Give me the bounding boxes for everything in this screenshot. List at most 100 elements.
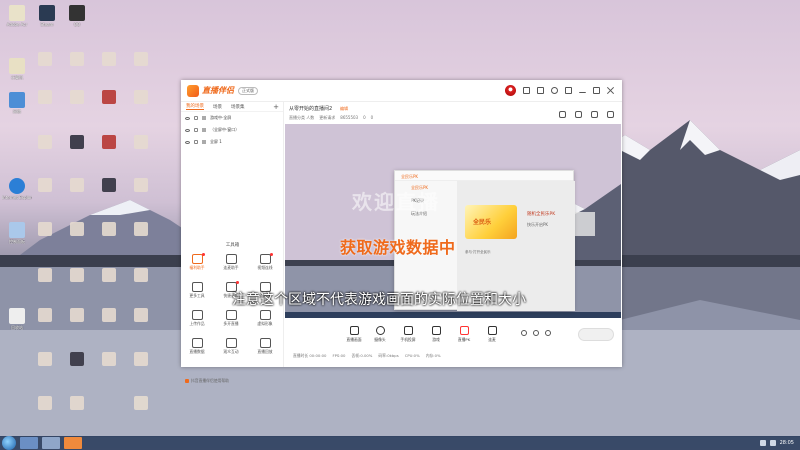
title-bar: 直播伴侣 正式版 xyxy=(181,80,622,102)
network-icon[interactable] xyxy=(759,440,766,446)
start-live-button[interactable] xyxy=(578,328,614,341)
tool-avatar[interactable]: 虚拟形象 xyxy=(253,310,277,327)
app-brand: 直播伴侣 xyxy=(202,86,234,95)
notification-dot xyxy=(235,281,239,284)
monitor-icon xyxy=(202,128,206,132)
gift-box-icon xyxy=(191,253,205,264)
stream-stats: 直播时长 00:00:00 FPS:00 丢帧:0.00% 码率:0kbps C… xyxy=(293,353,441,358)
scene-panel: 我的场景 场景 场景集 + 游戏中·全屏 （全屏中·窗口） 全屏 1 工具箱 福… xyxy=(181,102,284,383)
layout-icon[interactable] xyxy=(559,111,566,118)
tool-video-link[interactable]: 视频连线 xyxy=(253,253,277,271)
lock-icon[interactable] xyxy=(194,128,198,132)
minimize-button[interactable] xyxy=(579,89,586,93)
desktop-icon[interactable]: Steam xyxy=(32,5,62,27)
menu-icon[interactable] xyxy=(565,87,572,94)
close-button[interactable] xyxy=(607,87,614,94)
room-meta: 直播分类 人数 更新请求 8655503 0 0 xyxy=(289,115,374,120)
source-item[interactable]: （全屏中·窗口） xyxy=(181,124,283,136)
desktop-icons-graphic xyxy=(38,52,148,410)
volume-icon[interactable] xyxy=(769,440,776,446)
tab-scene-sets[interactable]: 场景集 xyxy=(231,104,245,110)
globe-icon xyxy=(9,92,25,108)
desktop-icon[interactable]: 回收站 xyxy=(2,308,32,330)
maximize-button[interactable] xyxy=(593,87,600,94)
download-icon xyxy=(225,310,237,320)
tool-co-host[interactable]: 连麦助手 xyxy=(219,254,243,271)
desktop-icon[interactable]: 控制面板 xyxy=(2,222,32,244)
control-camera[interactable]: 摄像头 xyxy=(369,326,391,343)
watermark-text: 欢迎直播 xyxy=(352,190,440,214)
taskbar-app-explorer[interactable] xyxy=(20,437,38,449)
tool-more[interactable]: 更多工具 xyxy=(185,282,209,299)
system-tray: 28:05 xyxy=(759,440,800,446)
steam-icon xyxy=(39,5,55,21)
tool-upload[interactable]: 上传作品 xyxy=(185,310,209,327)
eye-icon[interactable] xyxy=(185,128,190,132)
room-bar: 从零开始的直播间2 编辑 直播分类 人数 更新请求 8655503 0 0 xyxy=(284,102,622,124)
control-co-host[interactable]: 连麦 xyxy=(481,326,503,343)
speaker-volume-icon[interactable] xyxy=(533,330,539,336)
control-pk[interactable]: 直播PK xyxy=(453,326,475,343)
room-title[interactable]: 从零开始的直播间2 xyxy=(289,105,332,112)
window-controls xyxy=(505,85,622,96)
source-item[interactable]: 全屏 1 xyxy=(181,136,283,148)
tool-multi-stream[interactable]: 多开直播 xyxy=(219,310,243,327)
tab-my-scenes[interactable]: 我的场景 xyxy=(186,103,204,110)
lock-icon[interactable] xyxy=(194,140,198,144)
monitor-icon xyxy=(202,116,206,120)
clock[interactable]: 28:05 xyxy=(780,440,794,446)
speaker-icon xyxy=(185,379,189,383)
tab-scenes[interactable]: 场景 xyxy=(213,104,222,110)
tool-welfare[interactable]: 福利助手 xyxy=(185,253,209,271)
desktop-icon[interactable]: 计算机 xyxy=(2,58,32,80)
control-live-screen[interactable]: 直播画面 xyxy=(343,326,365,343)
computer-icon xyxy=(9,58,25,74)
edit-room-button[interactable]: 编辑 xyxy=(340,106,348,112)
add-scene-button[interactable]: + xyxy=(273,103,279,111)
desktop-icon[interactable]: QQ xyxy=(62,5,92,27)
lock-icon[interactable] xyxy=(194,116,198,120)
share-icon[interactable] xyxy=(607,111,614,118)
gamepad-icon xyxy=(431,326,441,335)
recycle-bin-icon xyxy=(9,308,25,324)
version-badge[interactable]: 正式版 xyxy=(238,86,258,95)
game-thumb-label: 全民乐 xyxy=(473,219,492,226)
avatar[interactable] xyxy=(505,85,516,96)
game-tag: 参与·打开全民乐 xyxy=(465,250,491,254)
game-name[interactable]: 随机全民乐PK xyxy=(527,211,555,217)
help-link[interactable]: 抖音直播伴侣使用帮助 xyxy=(185,378,229,384)
control-bar: 直播画面 摄像头 手机投屏 游戏 直播PK 连麦 直播时长 00:00:00 F… xyxy=(285,318,622,367)
eye-icon[interactable] xyxy=(185,140,190,144)
tool-interaction[interactable]: 观众互动 xyxy=(219,338,243,355)
loading-text: 获取游戏数据中 xyxy=(340,238,456,257)
settings-icon[interactable] xyxy=(545,330,551,336)
mail-icon[interactable] xyxy=(523,87,530,94)
desktop-icon[interactable]: 网络 xyxy=(2,92,32,114)
tool-replay[interactable]: 直播回放 xyxy=(253,338,277,355)
source-label: 游戏中·全屏 xyxy=(210,115,232,120)
tool-data[interactable]: 直播数据 xyxy=(185,338,209,355)
start-button[interactable] xyxy=(2,436,16,450)
gift-icon[interactable] xyxy=(537,87,544,94)
mic-volume-icon[interactable] xyxy=(521,330,527,336)
taskbar-app-media[interactable] xyxy=(42,437,60,449)
video-caption: 注意这个区域不代表游戏画面的实际位置和大小 xyxy=(232,292,526,308)
desktop-icon[interactable]: Internet Explorer xyxy=(2,178,32,200)
game-subtitle: 快乐开启PK xyxy=(527,222,549,227)
mirror-icon[interactable] xyxy=(575,111,582,118)
taskbar: 28:05 xyxy=(0,436,800,450)
eye-icon[interactable] xyxy=(185,116,190,120)
qq-icon xyxy=(69,5,85,21)
source-item[interactable]: 游戏中·全屏 xyxy=(181,112,283,124)
video-icon xyxy=(259,253,273,264)
rotate-icon[interactable] xyxy=(591,111,598,118)
control-game[interactable]: 游戏 xyxy=(425,326,447,343)
chat-icon xyxy=(225,338,237,348)
toolbox-title: 工具箱 xyxy=(225,243,240,248)
control-phone-cast[interactable]: 手机投屏 xyxy=(397,326,419,343)
help-icon[interactable] xyxy=(551,87,558,94)
desktop-icon[interactable]: Adobe Acr xyxy=(2,5,32,27)
source-label: 全屏 1 xyxy=(210,139,222,144)
taskbar-app-live-companion[interactable] xyxy=(64,437,82,449)
live-companion-window: 直播伴侣 正式版 我的场景 场景 场景集 + 游戏中·全屏 （全屏中·窗口） 全… xyxy=(181,80,622,383)
